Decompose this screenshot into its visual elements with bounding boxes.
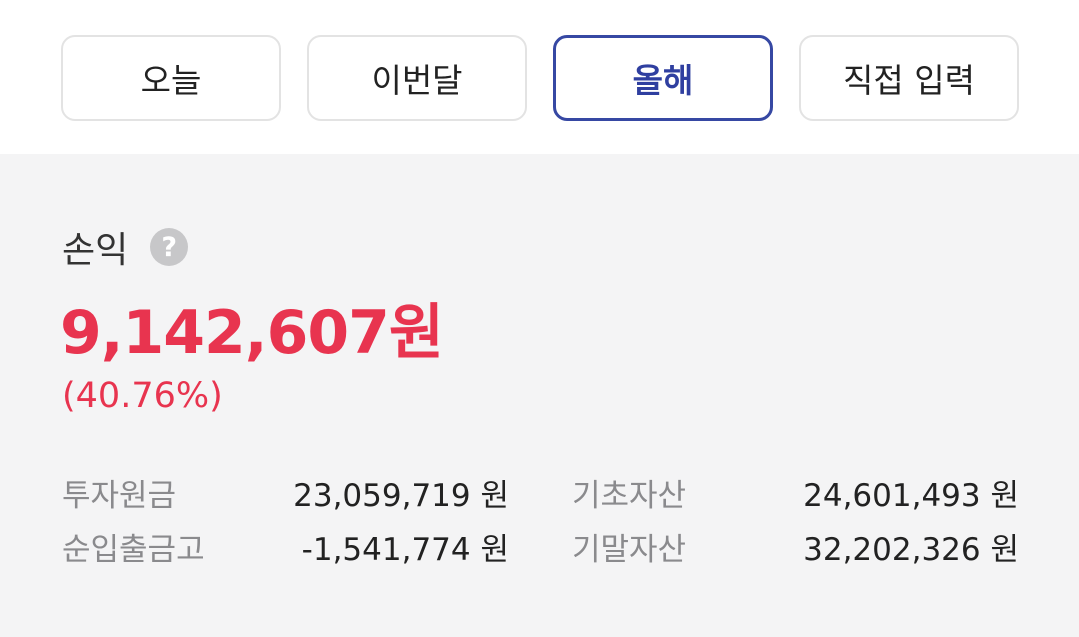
help-icon[interactable]: ? [150,228,189,266]
end-assets-value: 32,202,326 원 [803,532,1019,568]
period-tab-this-year[interactable]: 올해 [553,35,773,121]
net-flow-value: -1,541,774 원 [301,532,509,568]
start-assets-label: 기초자산 [572,478,687,514]
profit-rate: (40.76%) [62,376,223,416]
period-tab-custom[interactable]: 직접 입력 [799,35,1019,121]
principal-value: 23,059,719 원 [293,478,509,514]
net-flow-label: 순입출금고 [62,532,205,568]
profit-summary-panel: 손익 ? 9,142,607원 (40.76%) 투자원금 23,059,719… [0,154,1079,637]
start-assets-value: 24,601,493 원 [803,478,1019,514]
period-tab-today[interactable]: 오늘 [61,35,281,121]
profit-amount: 9,142,607원 [60,298,444,368]
end-assets-label: 기말자산 [572,532,687,568]
profit-label-row: 손익 ? [62,224,189,271]
profit-label: 손익 [62,230,129,271]
period-tab-this-month[interactable]: 이번달 [307,35,527,121]
principal-label: 투자원금 [62,478,177,514]
period-selector: 오늘 이번달 올해 직접 입력 [0,0,1079,154]
